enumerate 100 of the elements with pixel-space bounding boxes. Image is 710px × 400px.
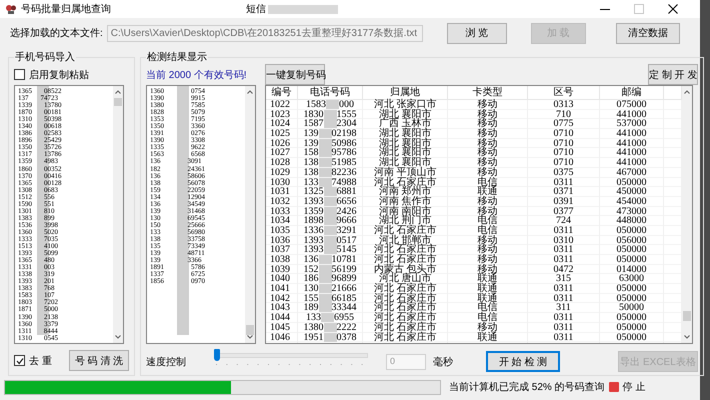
vertical-scrollbar[interactable] (245, 86, 255, 343)
table-cell: 河北 石家庄市 (363, 284, 448, 294)
table-cell: 133 6955 (298, 313, 363, 323)
table-cell: 0710 (528, 148, 600, 158)
table-cell: 441000 (600, 138, 664, 148)
table-cell: 0310 (528, 236, 600, 246)
table-cell: 河北 石家庄市 (363, 332, 448, 342)
table-cell: 315 (528, 274, 600, 284)
table-cell: 050000 (600, 313, 664, 323)
table-cell: 移动 (448, 158, 528, 168)
table-cell: 0311 (528, 313, 600, 323)
file-label: 选择加载的文本文件: (10, 26, 103, 40)
table-cell: 136 10781 (298, 255, 363, 265)
table-cell: 450000 (600, 187, 664, 197)
copy-numbers-button[interactable]: 一键复制号码 (265, 64, 325, 85)
table-cell: 138 51985 (298, 158, 363, 168)
vertical-scrollbar[interactable] (113, 86, 123, 343)
column-header[interactable]: 电话号码 (298, 86, 363, 99)
table-cell: 189 33344 (298, 303, 363, 314)
table-cell: 050000 (600, 284, 664, 294)
scrollbar-thumb[interactable] (683, 311, 691, 321)
column-header[interactable]: 邮编 (600, 86, 664, 99)
valid-count-text: 当前 2000 个有效号码! (146, 68, 248, 82)
table-cell: 移动 (448, 264, 528, 274)
file-path-field[interactable]: C:\Users\Xavier\Desktop\CDB\在20183251去重整理好3177条数据.txt (106, 24, 423, 42)
table-cell: 448000 (600, 216, 664, 226)
table-cell: 1393 5145 (298, 245, 363, 255)
checkbox[interactable] (14, 355, 25, 366)
start-detection-button[interactable]: 开 始 检 测 (486, 351, 560, 372)
clear-data-button[interactable]: 清空数据 (616, 22, 680, 44)
clean-numbers-button[interactable]: 号 码 清 洗 (69, 350, 129, 371)
table-cell: 1393 0517 (298, 236, 363, 246)
table-cell: 0311 (528, 245, 600, 255)
column-header[interactable]: 编号 (266, 86, 298, 99)
window-title: 号码批量归属地查询 (21, 2, 112, 16)
table-cell: 湖北 襄阳市 (363, 138, 448, 148)
slider-thumb[interactable] (214, 349, 220, 361)
table-cell: 1032 (266, 196, 298, 207)
scrollbar-thumb[interactable] (114, 98, 122, 106)
redaction-block (324, 245, 336, 254)
table-cell: 0311 (528, 226, 600, 236)
table-cell: 1951 0378 (298, 332, 363, 342)
table-cell: 移动 (448, 245, 528, 255)
chevron-down-icon (683, 334, 691, 340)
column-header[interactable]: 卡类型 (448, 86, 528, 99)
number-list[interactable] (14, 85, 124, 344)
scrollbar-thumb[interactable] (246, 325, 254, 335)
table-cell: 1040 (266, 274, 298, 284)
redaction-block (318, 274, 332, 284)
table-cell: 0710 (528, 158, 600, 168)
table-cell: 537000 (600, 119, 664, 130)
table-cell: 1830 1555 (298, 110, 363, 120)
table-cell: 移动 (448, 168, 528, 178)
table-cell: 0313 (528, 100, 600, 110)
table-cell: 454000 (600, 196, 664, 207)
table-cell: 河南 平顶山市 (363, 168, 448, 178)
table-cell: 50000 (600, 303, 664, 314)
table-cell: 056000 (600, 236, 664, 246)
redaction-block (318, 158, 332, 168)
table-cell: 电信 (448, 226, 528, 236)
redaction-block (318, 255, 332, 264)
table-cell: 河北 石家庄市 (363, 255, 448, 265)
table-cell: 0311 (528, 178, 600, 188)
vertical-scrollbar[interactable] (682, 86, 692, 343)
browse-button[interactable]: 浏 览 (446, 22, 507, 44)
redaction-block (324, 216, 336, 226)
table-cell: 710 (528, 110, 600, 120)
table-cell: 1031 (266, 187, 298, 197)
table-cell: 441000 (600, 158, 664, 168)
table-cell: 0377 (528, 206, 600, 216)
custom-development-button[interactable]: 定 制 开 发 (648, 64, 698, 85)
table-cell: 0311 (528, 294, 600, 304)
table-cell: 移动 (448, 206, 528, 216)
table-cell: 湖北 襄阳市 (363, 129, 448, 139)
column-header[interactable]: 归属地 (363, 86, 448, 99)
table-cell: 0391 (528, 196, 600, 207)
table-cell: 河南 郑州市 (363, 187, 448, 197)
table-cell: 1037 (266, 245, 298, 255)
table-cell: 湖北 襄阳市 (363, 158, 448, 168)
table-cell: 1044 (266, 313, 298, 323)
redaction-block (318, 148, 332, 158)
number-list[interactable] (146, 85, 256, 344)
table-cell: 467000 (600, 168, 664, 178)
table-cell: 050000 (600, 322, 664, 332)
table-cell: 050000 (600, 294, 664, 304)
redaction-block (318, 284, 332, 294)
table-cell: 441000 (600, 129, 664, 139)
table-cell: 1380 2222 (298, 322, 363, 332)
close-icon (668, 4, 678, 14)
stop-icon (608, 382, 619, 392)
table-cell: 联通 (448, 187, 528, 197)
column-header[interactable]: 区号 (528, 86, 600, 99)
redaction-block (321, 313, 334, 322)
table-cell: 0311 (528, 284, 600, 294)
maximize-icon (634, 4, 644, 14)
table-cell: 0775 (528, 119, 600, 130)
table-cell: 移动 (448, 129, 528, 139)
table-cell: 1033 (266, 206, 298, 216)
table-cell: 014000 (600, 264, 664, 274)
checkbox[interactable] (14, 69, 25, 80)
